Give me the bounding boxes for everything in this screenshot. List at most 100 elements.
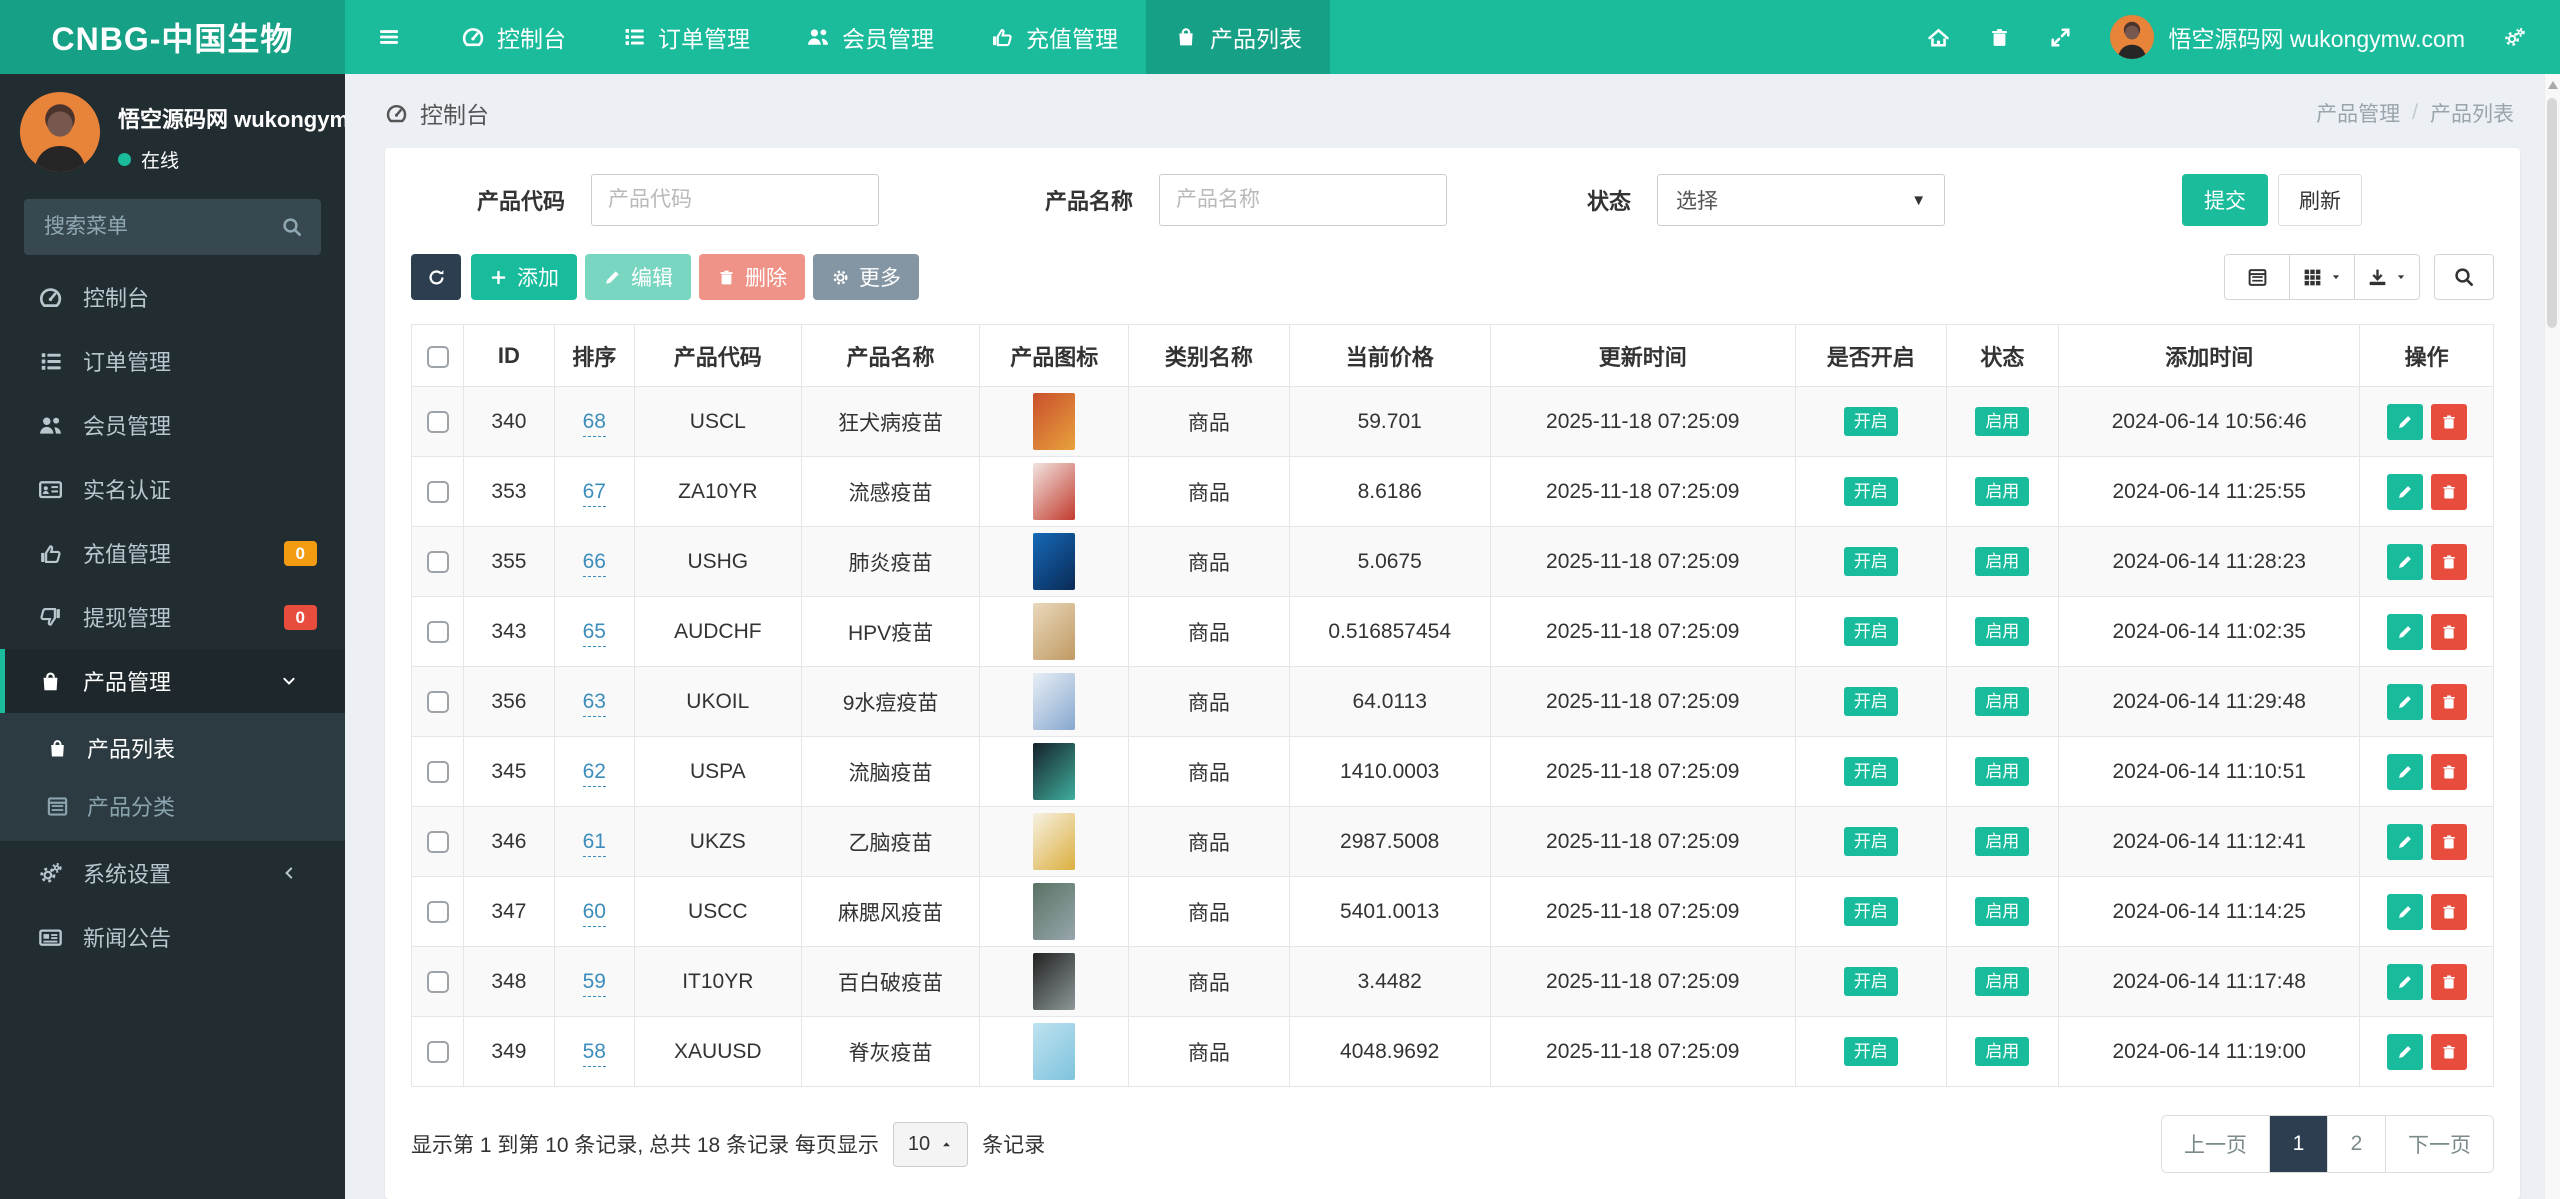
delete-button-toolbar[interactable]: 删除 (699, 254, 805, 300)
edit-row-button[interactable] (2386, 473, 2423, 510)
delete-row-button[interactable] (2430, 613, 2467, 650)
delete-row-button[interactable] (2430, 963, 2467, 1000)
row-checkbox[interactable] (426, 690, 449, 713)
scrollbar-thumb[interactable] (2547, 98, 2557, 328)
nav-item-orders[interactable]: 订单管理 (594, 0, 778, 74)
open-badge[interactable]: 开启 (1843, 407, 1898, 436)
page-1-button[interactable]: 1 (2269, 1116, 2327, 1172)
open-badge[interactable]: 开启 (1843, 897, 1898, 926)
sidebar-item-dashboard[interactable]: 控制台 (0, 265, 345, 329)
brand-logo[interactable]: CNBG-中国生物 (0, 0, 345, 74)
status-badge[interactable]: 启用 (1975, 407, 2030, 436)
delete-row-button[interactable] (2430, 1033, 2467, 1070)
status-select[interactable]: 选择 ▼ (1657, 174, 1946, 226)
row-checkbox[interactable] (426, 480, 449, 503)
settings-gears-icon[interactable] (2503, 26, 2526, 49)
nav-item-products[interactable]: 产品列表 (1146, 0, 1330, 74)
delete-row-button[interactable] (2430, 683, 2467, 720)
row-checkbox[interactable] (426, 550, 449, 573)
row-checkbox[interactable] (426, 760, 449, 783)
sort-link[interactable]: 60 (582, 899, 606, 927)
edit-row-button[interactable] (2386, 613, 2423, 650)
status-badge[interactable]: 启用 (1975, 757, 2030, 786)
sort-link[interactable]: 66 (582, 549, 606, 577)
user-menu[interactable]: 悟空源码网 wukongymw.com (2110, 15, 2465, 59)
open-badge[interactable]: 开启 (1843, 687, 1898, 716)
row-checkbox[interactable] (426, 900, 449, 923)
status-badge[interactable]: 启用 (1975, 547, 2030, 576)
breadcrumb-parent[interactable]: 产品管理 (2316, 98, 2400, 128)
delete-row-button[interactable] (2430, 543, 2467, 580)
sidebar-item-system-settings[interactable]: 系统设置 (0, 841, 345, 905)
nav-item-dashboard[interactable]: 控制台 (433, 0, 594, 74)
status-badge[interactable]: 启用 (1975, 617, 2030, 646)
sort-link[interactable]: 67 (582, 479, 606, 507)
sidebar-item-members[interactable]: 会员管理 (0, 393, 345, 457)
edit-row-button[interactable] (2386, 403, 2423, 440)
row-checkbox[interactable] (426, 620, 449, 643)
edit-button-toolbar[interactable]: 编辑 (585, 254, 691, 300)
sidebar-item-news[interactable]: 新闻公告 (0, 905, 345, 969)
sidebar-item-orders[interactable]: 订单管理 (0, 329, 345, 393)
search-icon[interactable] (281, 216, 303, 238)
vertical-scrollbar[interactable] (2544, 74, 2560, 1199)
open-badge[interactable]: 开启 (1843, 1037, 1898, 1066)
trash-icon[interactable] (1988, 26, 2011, 49)
open-badge[interactable]: 开启 (1843, 967, 1898, 996)
table-search-button[interactable] (2434, 254, 2494, 300)
status-badge[interactable]: 启用 (1975, 967, 2030, 996)
next-page-button[interactable]: 下一页 (2385, 1116, 2493, 1172)
delete-row-button[interactable] (2430, 893, 2467, 930)
sidebar-item-product-category[interactable]: 产品分类 (0, 777, 345, 835)
nav-item-members[interactable]: 会员管理 (778, 0, 962, 74)
sidebar-item-recharge[interactable]: 充值管理 0 (0, 521, 345, 585)
row-checkbox[interactable] (426, 1040, 449, 1063)
toggle-pagination-button[interactable] (2224, 254, 2290, 300)
page-size-dropdown[interactable]: 10 (892, 1121, 969, 1167)
sort-link[interactable]: 58 (582, 1039, 606, 1067)
delete-row-button[interactable] (2430, 473, 2467, 510)
open-badge[interactable]: 开启 (1843, 827, 1898, 856)
edit-row-button[interactable] (2386, 543, 2423, 580)
sidebar-item-product-management[interactable]: 产品管理 (0, 649, 345, 713)
product-code-input[interactable] (591, 174, 880, 226)
status-badge[interactable]: 启用 (1975, 827, 2030, 856)
edit-row-button[interactable] (2386, 963, 2423, 1000)
open-badge[interactable]: 开启 (1843, 617, 1898, 646)
sort-link[interactable]: 63 (582, 689, 606, 717)
add-button[interactable]: 添加 (471, 254, 577, 300)
delete-row-button[interactable] (2430, 823, 2467, 860)
status-badge[interactable]: 启用 (1975, 687, 2030, 716)
page-2-button[interactable]: 2 (2327, 1116, 2385, 1172)
sort-link[interactable]: 59 (582, 969, 606, 997)
refresh-button[interactable]: 刷新 (2278, 174, 2362, 226)
edit-row-button[interactable] (2386, 893, 2423, 930)
home-icon[interactable] (1927, 26, 1950, 49)
scroll-up-arrow-icon[interactable] (2548, 81, 2558, 89)
row-checkbox[interactable] (426, 970, 449, 993)
open-badge[interactable]: 开启 (1843, 477, 1898, 506)
row-checkbox[interactable] (426, 830, 449, 853)
row-checkbox[interactable] (426, 410, 449, 433)
export-button[interactable] (2354, 254, 2420, 300)
fullscreen-icon[interactable] (2049, 26, 2072, 49)
more-button[interactable]: 更多 (813, 254, 919, 300)
edit-row-button[interactable] (2386, 683, 2423, 720)
sort-link[interactable]: 62 (582, 759, 606, 787)
delete-row-button[interactable] (2430, 753, 2467, 790)
sidebar-item-realname[interactable]: 实名认证 (0, 457, 345, 521)
status-badge[interactable]: 启用 (1975, 477, 2030, 506)
open-badge[interactable]: 开启 (1843, 757, 1898, 786)
product-name-input[interactable] (1159, 174, 1448, 226)
sort-link[interactable]: 68 (582, 409, 606, 437)
refresh-table-button[interactable] (411, 254, 461, 300)
edit-row-button[interactable] (2386, 1033, 2423, 1070)
edit-row-button[interactable] (2386, 753, 2423, 790)
sidebar-search-input[interactable] (24, 199, 321, 255)
sort-link[interactable]: 65 (582, 619, 606, 647)
status-badge[interactable]: 启用 (1975, 897, 2030, 926)
nav-item-recharge[interactable]: 充值管理 (962, 0, 1146, 74)
sort-link[interactable]: 61 (582, 829, 606, 857)
edit-row-button[interactable] (2386, 823, 2423, 860)
open-badge[interactable]: 开启 (1843, 547, 1898, 576)
